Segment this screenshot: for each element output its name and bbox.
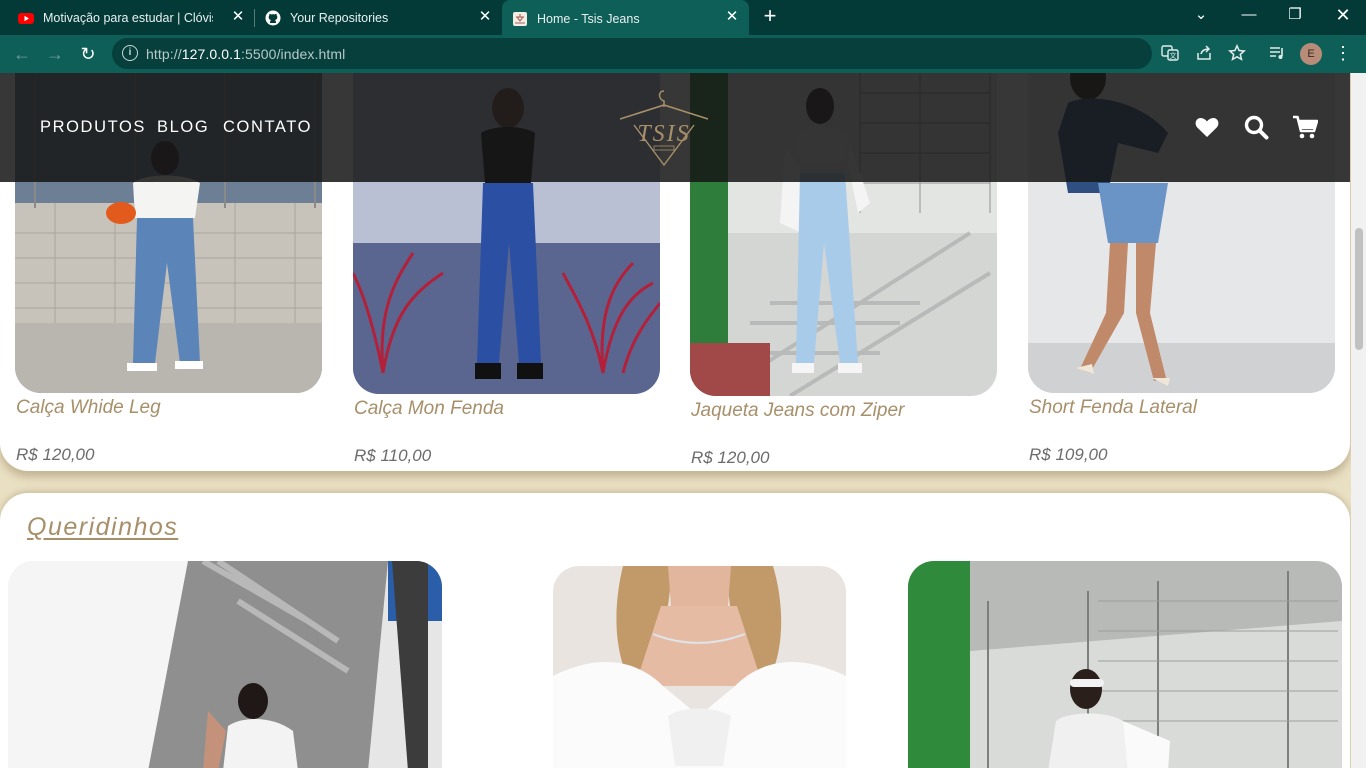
minimize-button[interactable]: —	[1226, 0, 1272, 32]
tab-title: Your Repositories	[290, 10, 389, 25]
address-url[interactable]: http://127.0.0.1:5500/index.html	[146, 46, 345, 62]
forward-button[interactable]: →	[42, 41, 68, 67]
site-header: PRODUTOS BLOG CONTATO TSIS	[0, 73, 1350, 182]
tsis-icon	[513, 11, 527, 26]
share-icon[interactable]	[1194, 44, 1214, 64]
svg-text:文: 文	[1170, 51, 1177, 60]
close-tab-icon[interactable]: ✕	[477, 9, 493, 25]
scrollbar-thumb[interactable]	[1355, 228, 1363, 350]
tab-github[interactable]: Your Repositories ✕	[255, 0, 502, 35]
page-viewport: Calça Whide Leg R$ 120,00 Calça Mon Fend…	[0, 73, 1366, 768]
nav-link-blog[interactable]: BLOG	[157, 118, 209, 137]
browser-tab-bar: Motivação para estudar | Clóvis de ✕ You…	[0, 0, 1366, 37]
tab-title: Home - Tsis Jeans	[537, 11, 640, 26]
site-info-icon[interactable]: i	[122, 45, 138, 61]
cart-icon[interactable]	[1292, 114, 1318, 140]
close-tab-icon[interactable]: ✕	[724, 9, 740, 25]
back-button[interactable]: ←	[9, 41, 35, 67]
favorite-image-3[interactable]	[908, 561, 1342, 768]
restore-button[interactable]: ❐	[1272, 0, 1318, 32]
tab-youtube[interactable]: Motivação para estudar | Clóvis de ✕	[8, 0, 255, 35]
reload-button[interactable]: ↻	[75, 41, 101, 67]
logo-text: TSIS	[637, 121, 690, 147]
browser-toolbar: ← → ↻ i http://127.0.0.1:5500/index.html…	[0, 35, 1366, 73]
product-name[interactable]: Calça Whide Leg	[16, 397, 161, 419]
search-icon[interactable]	[1243, 114, 1269, 140]
section-title-queridinhos[interactable]: Queridinhos	[27, 513, 178, 542]
media-control-icon[interactable]	[1267, 44, 1287, 64]
product-name[interactable]: Short Fenda Lateral	[1029, 397, 1197, 419]
youtube-icon	[18, 12, 34, 24]
tsis-logo[interactable]: TSIS	[614, 85, 714, 171]
new-tab-button[interactable]: +	[758, 5, 782, 29]
favorite-image-1[interactable]	[8, 561, 442, 768]
tab-title: Motivação para estudar | Clóvis de	[43, 10, 213, 25]
nav-link-produtos[interactable]: PRODUTOS	[40, 118, 146, 137]
nav-link-contato[interactable]: CONTATO	[223, 118, 312, 137]
browser-menu-icon[interactable]: ⋮	[1334, 42, 1352, 66]
profile-avatar[interactable]: E	[1300, 43, 1322, 65]
github-icon	[265, 10, 281, 25]
tab-tsis-jeans[interactable]: Home - Tsis Jeans ✕	[502, 0, 749, 37]
heart-icon[interactable]	[1194, 114, 1220, 140]
product-price: R$ 120,00	[16, 445, 95, 464]
product-name[interactable]: Jaqueta Jeans com Ziper	[691, 400, 904, 422]
tab-search-icon[interactable]: ⌄	[1178, 0, 1224, 32]
close-tab-icon[interactable]: ✕	[230, 9, 246, 25]
product-price: R$ 110,00	[354, 446, 432, 465]
product-price: R$ 120,00	[691, 448, 770, 467]
product-price: R$ 109,00	[1029, 445, 1108, 464]
bookmark-star-icon[interactable]	[1227, 43, 1247, 64]
address-bar[interactable]: i http://127.0.0.1:5500/index.html	[112, 38, 1152, 69]
favorite-image-2[interactable]	[553, 566, 846, 768]
translate-icon[interactable]: 文	[1160, 44, 1180, 64]
close-window-button[interactable]: ✕	[1320, 0, 1366, 32]
product-name[interactable]: Calça Mon Fenda	[354, 398, 504, 420]
page-scrollbar[interactable]	[1351, 73, 1366, 768]
